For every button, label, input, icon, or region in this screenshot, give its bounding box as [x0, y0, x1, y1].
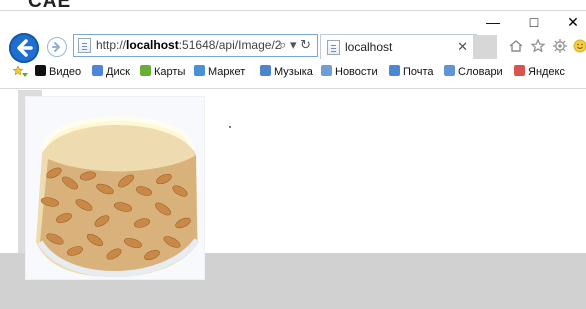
smiley-icon[interactable]: [573, 39, 586, 58]
favorite-video[interactable]: Видео: [35, 65, 81, 78]
favorites-menu-icon[interactable]: [12, 65, 29, 82]
maximize-button[interactable]: □: [519, 11, 549, 33]
home-icon[interactable]: [508, 38, 524, 59]
favorite-market[interactable]: Маркет: [194, 65, 245, 78]
tab-label: localhost: [345, 40, 393, 54]
cake-image: [25, 96, 205, 280]
back-arrow-icon: [17, 39, 33, 57]
favorites-bar: Видео Диск Карты Маркет Музыка Новости П…: [0, 64, 586, 84]
favorite-music[interactable]: Музыка: [260, 65, 313, 78]
page-icon: [78, 38, 91, 53]
favorite-disk[interactable]: Диск: [92, 65, 130, 78]
favorite-news[interactable]: Новости: [321, 65, 378, 78]
settings-gear-icon[interactable]: [552, 38, 568, 59]
maps-icon: [140, 65, 151, 76]
close-window-button[interactable]: ✕: [558, 11, 586, 33]
content-separator: [0, 88, 586, 89]
favorite-dictionaries[interactable]: Словари: [444, 65, 503, 78]
tab-close-icon[interactable]: ✕: [457, 39, 468, 55]
address-url: http://localhost:51648/api/Image/2: [96, 38, 282, 52]
back-button[interactable]: [9, 33, 39, 63]
address-bar[interactable]: http://localhost:51648/api/Image/2 ⌕ ▾ ↻: [73, 34, 318, 57]
almond-cake-icon: [26, 97, 204, 279]
mail-icon: [389, 65, 400, 76]
title-fragment: CAE: [28, 0, 72, 12]
market-icon: [194, 65, 205, 76]
favorite-mail[interactable]: Почта: [389, 65, 434, 78]
forward-arrow-icon: [52, 42, 60, 52]
address-tools[interactable]: ⌕ ▾ ↻: [279, 37, 311, 53]
minimize-button[interactable]: —: [478, 11, 508, 33]
browser-tab[interactable]: localhost ✕: [320, 34, 477, 59]
small-dot: [229, 126, 231, 128]
favorite-yandex[interactable]: Яндекс: [514, 65, 565, 78]
dictionary-icon: [444, 65, 455, 76]
music-icon: [260, 65, 271, 76]
yandex-icon: [514, 65, 525, 76]
forward-button[interactable]: [47, 37, 67, 57]
news-icon: [321, 65, 332, 76]
favorites-star-icon[interactable]: [530, 38, 546, 59]
new-tab-button[interactable]: [473, 35, 497, 59]
favorite-maps[interactable]: Карты: [140, 65, 185, 78]
disk-icon: [92, 65, 103, 76]
video-icon: [35, 65, 46, 76]
tab-page-icon: [327, 40, 340, 55]
